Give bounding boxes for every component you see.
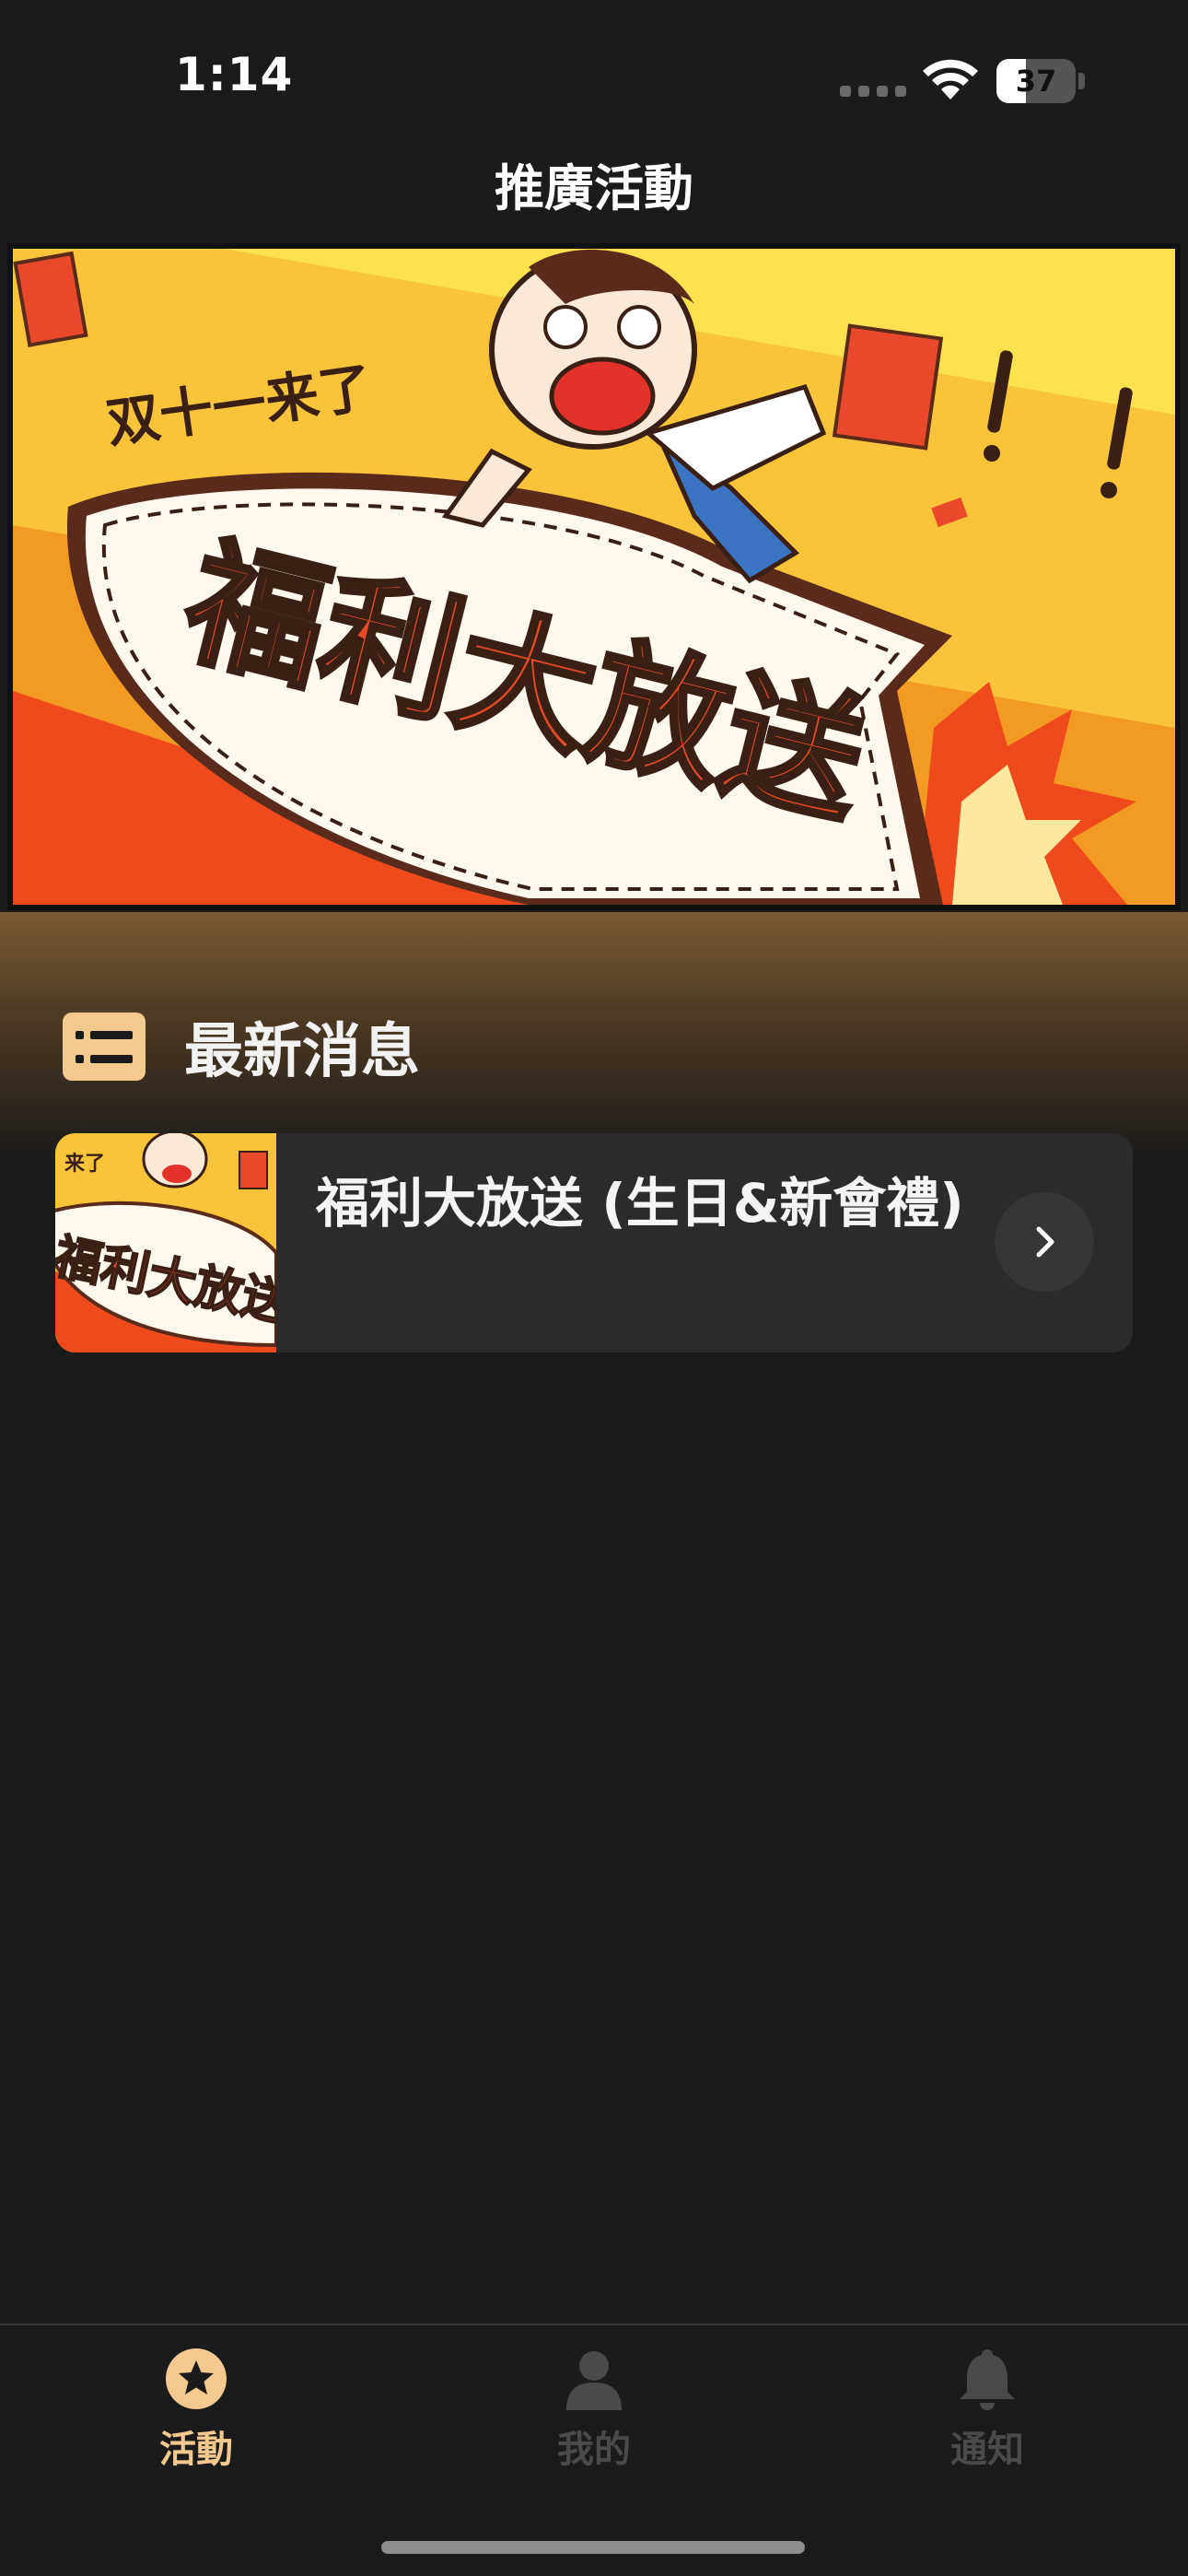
news-thumbnail: 来了 福利大放送 <box>55 1133 276 1352</box>
tab-bar: 活動 我的 通知 <box>0 2324 1188 2576</box>
wifi-icon <box>923 59 978 100</box>
status-time: 1:14 <box>175 48 294 101</box>
news-card[interactable]: 来了 福利大放送 福利大放送 (生日&新會禮) <box>55 1133 1133 1352</box>
tab-label: 我的 <box>557 2429 631 2471</box>
star-circle-icon <box>166 2348 227 2409</box>
chevron-right-icon <box>1036 1226 1054 1258</box>
tab-profile[interactable]: 我的 <box>483 2325 705 2491</box>
cellular-signal-icon <box>840 86 906 97</box>
tab-label: 通知 <box>950 2429 1024 2471</box>
status-bar: 1:14 37 <box>0 0 1188 138</box>
page-title: 推廣活動 <box>495 159 693 217</box>
section-header: 最新消息 <box>63 1010 420 1086</box>
promo-banner[interactable]: 双十一来了 福利大放送 <box>7 243 1181 910</box>
section-title: 最新消息 <box>184 1018 420 1086</box>
battery-icon: 37 <box>996 59 1085 103</box>
tab-activities[interactable]: 活動 <box>86 2325 307 2491</box>
news-thumb-caption: 来了 <box>64 1153 105 1176</box>
battery-level: 37 <box>1015 64 1057 99</box>
tab-notifications[interactable]: 通知 <box>877 2325 1098 2491</box>
person-icon <box>566 2351 622 2410</box>
tab-label: 活動 <box>159 2429 233 2471</box>
home-indicator[interactable] <box>381 2541 805 2554</box>
news-open-button[interactable] <box>995 1192 1094 1292</box>
news-list-icon <box>63 1013 146 1081</box>
promo-banner-image: 双十一来了 福利大放送 <box>13 249 1175 905</box>
news-title: 福利大放送 (生日&新會禮) <box>316 1172 964 1235</box>
bell-icon <box>960 2349 1015 2410</box>
screen: 1:14 37 推廣活動 双十一来了 福利大放送 最新消息 来了 福利大放送 福… <box>0 0 1188 2576</box>
